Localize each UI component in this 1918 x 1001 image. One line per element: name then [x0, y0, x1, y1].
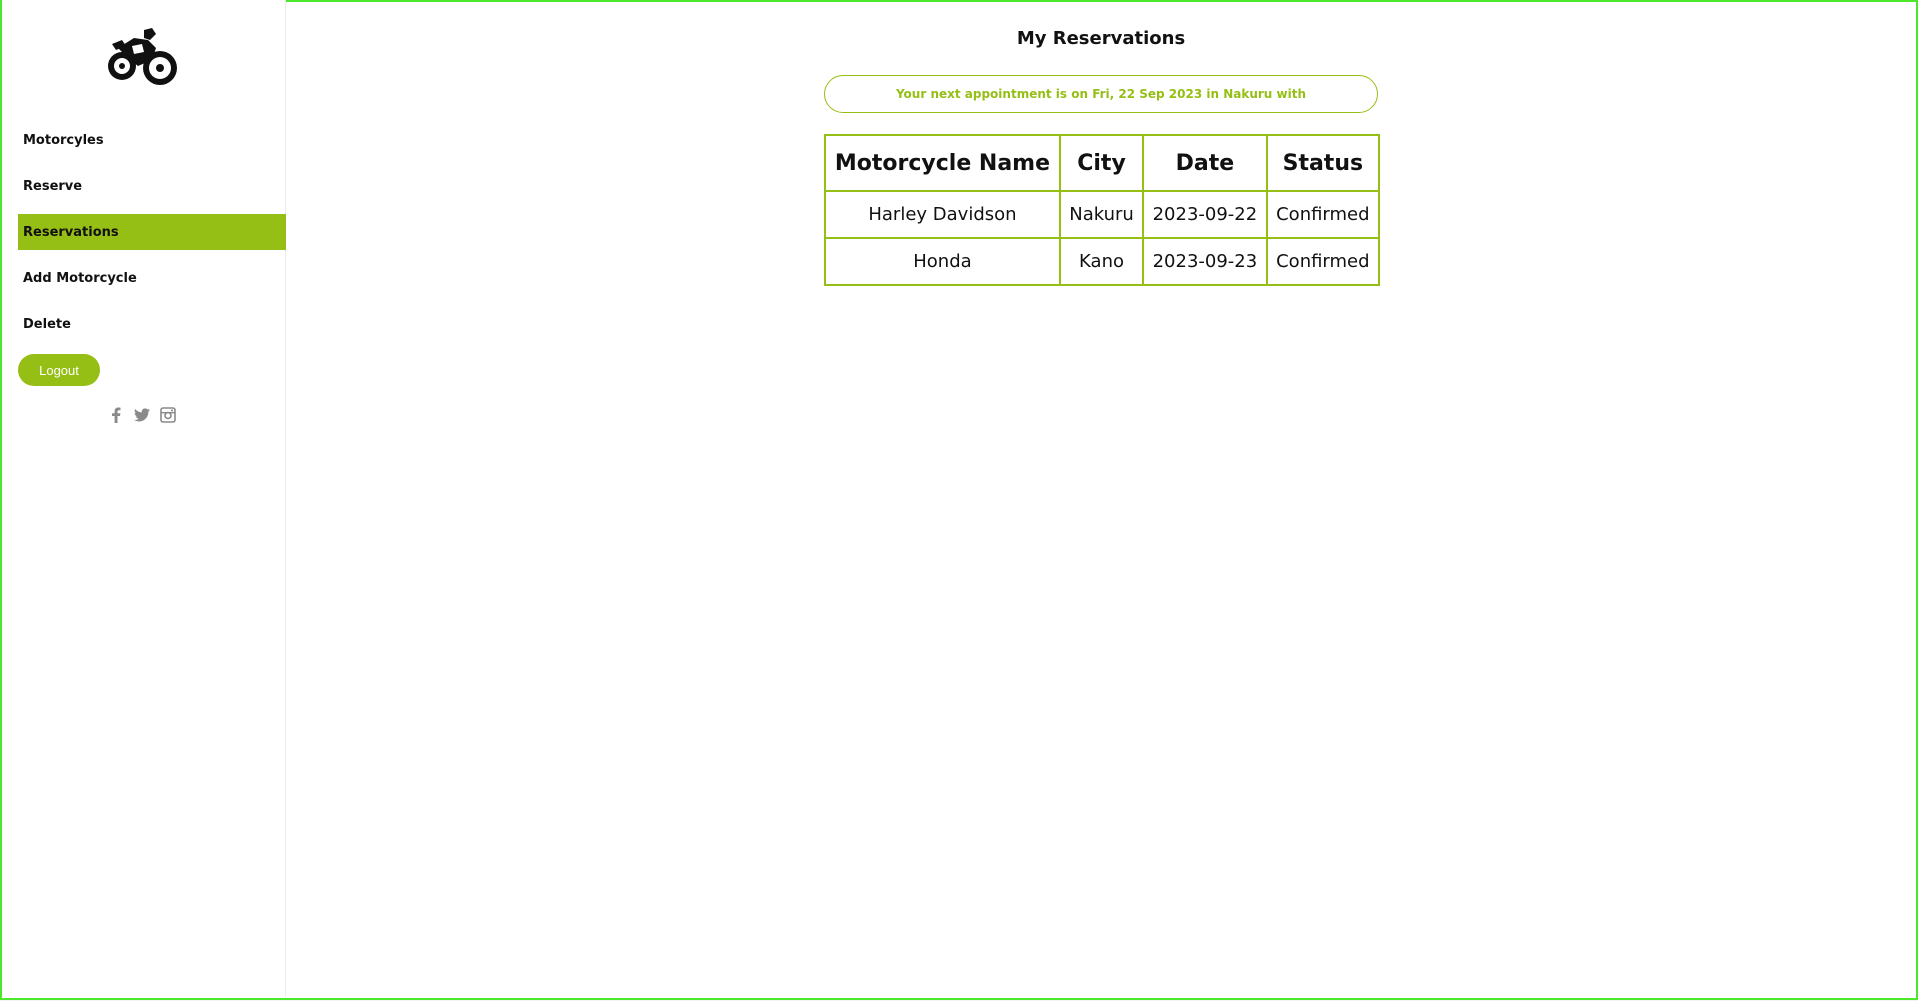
cell-motorcycle-name: Harley Davidson [824, 190, 1061, 239]
sidebar-item-reserve[interactable]: Reserve [18, 168, 286, 204]
sidebar-item-delete[interactable]: Delete [18, 306, 286, 342]
logout-button[interactable]: Logout [18, 354, 100, 386]
instagram-icon[interactable] [160, 406, 176, 424]
facebook-icon[interactable] [108, 406, 124, 424]
table-header-row: Motorcycle Name City Date Status [824, 134, 1381, 192]
sidebar-nav: Motorcyles Reserve Reservations Add Moto… [18, 122, 286, 352]
table-row: Honda Kano 2023-09-23 Confirmed [824, 237, 1381, 286]
sidebar-item-add-motorcycle[interactable]: Add Motorcycle [18, 260, 286, 296]
sidebar-item-motorcycles[interactable]: Motorcyles [18, 122, 286, 158]
page-title: My Reservations [1016, 28, 1186, 49]
table-row: Harley Davidson Nakuru 2023-09-22 Confir… [824, 190, 1381, 239]
twitter-icon[interactable] [134, 406, 150, 424]
cell-city: Nakuru [1058, 190, 1145, 239]
column-header-status: Status [1265, 134, 1381, 192]
sidebar-item-reservations[interactable]: Reservations [18, 214, 286, 250]
social-links [108, 406, 176, 424]
reservations-table: Motorcycle Name City Date Status Harley … [824, 134, 1381, 286]
cell-status: Confirmed [1265, 190, 1381, 239]
column-header-motorcycle-name: Motorcycle Name [824, 134, 1061, 192]
cell-motorcycle-name: Honda [824, 237, 1061, 286]
column-header-date: Date [1142, 134, 1268, 192]
cell-status: Confirmed [1265, 237, 1381, 286]
cell-date: 2023-09-22 [1142, 190, 1268, 239]
next-appointment-banner: Your next appointment is on Fri, 22 Sep … [824, 75, 1378, 113]
sidebar: Motorcyles Reserve Reservations Add Moto… [2, 0, 286, 996]
motorcycle-logo-icon[interactable] [104, 26, 180, 90]
cell-date: 2023-09-23 [1142, 237, 1268, 286]
column-header-city: City [1058, 134, 1145, 192]
cell-city: Kano [1058, 237, 1145, 286]
